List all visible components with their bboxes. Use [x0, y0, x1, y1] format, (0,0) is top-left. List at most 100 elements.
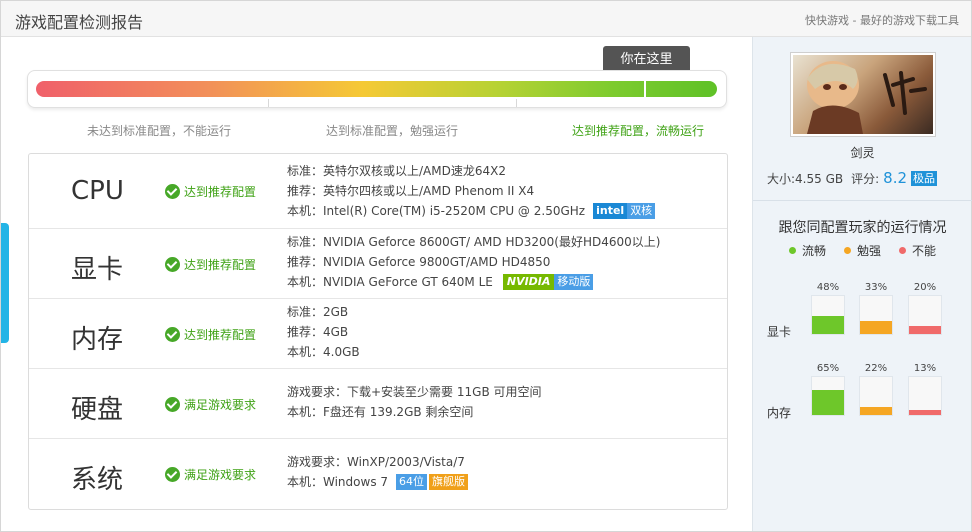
legend-dot	[844, 247, 852, 254]
spec-details: 游戏要求：下载+安装至少需要 11GB 可用空间 本机：F盘还有 139.2GB…	[287, 382, 542, 422]
spec-row-cpu: CPU 达到推荐配置 标准：英特尔双核或以上/AMD速龙64X2 推荐：英特尔四…	[29, 154, 727, 228]
spec-standard: 标准：NVIDIA Geforce 8600GT/ AMD HD3200(最好H…	[287, 235, 661, 249]
check-icon	[165, 184, 180, 199]
spec-name: 系统	[71, 465, 124, 495]
bar-column	[859, 295, 893, 335]
intel-logo-badge: intel	[593, 203, 628, 219]
status-badge: 达到推荐配置	[165, 183, 256, 200]
side-tab[interactable]	[1, 223, 9, 343]
status-text: 达到推荐配置	[184, 258, 257, 272]
spec-requirement: 游戏要求：下载+安装至少需要 11GB 可用空间	[287, 385, 542, 399]
bar-fill-barely	[860, 321, 892, 334]
check-icon	[165, 467, 180, 482]
spec-name: CPU	[71, 176, 124, 206]
bar-fill-cannot	[909, 410, 941, 415]
game-title: 剑灵	[850, 146, 875, 160]
progress-gradient	[36, 81, 717, 97]
nvidia-logo-badge: NVIDIA	[502, 274, 555, 290]
spec-local: 本机：4.0GB	[287, 345, 360, 359]
status-text: 达到推荐配置	[184, 185, 257, 199]
spec-recommended: 推荐：4GB	[287, 325, 349, 339]
bar-fill-cannot	[909, 326, 941, 334]
spec-row-ram: 内存 达到推荐配置 标准：2GB 推荐：4GB 本机：4.0GB	[29, 298, 727, 368]
spec-details: 标准：英特尔双核或以上/AMD速龙64X2 推荐：英特尔四核或以上/AMD Ph…	[287, 161, 656, 221]
app-tagline[interactable]: 快快游戏 - 最好的游戏下载工具	[805, 12, 959, 28]
spec-row-gpu: 显卡 达到推荐配置 标准：NVIDIA Geforce 8600GT/ AMD …	[29, 228, 727, 298]
spec-name: 显卡	[71, 255, 124, 285]
legend-item: 勉强	[844, 242, 881, 259]
core-count-badge: 双核	[627, 203, 656, 219]
pct-label: 33%	[864, 282, 888, 293]
status-badge: 达到推荐配置	[165, 256, 256, 273]
group-label-gpu: 显卡	[767, 325, 792, 339]
spec-local: 本机：NVIDIA GeForce GT 640M LE NVIDIA 移动版	[287, 272, 660, 292]
status-badge: 满足游戏要求	[165, 466, 256, 483]
legend-label: 流畅	[802, 244, 827, 258]
page-title: 游戏配置检测报告	[15, 13, 144, 32]
status-text: 满足游戏要求	[184, 398, 257, 412]
spec-local-text: 本机：Intel(R) Core(TM) i5-2520M CPU @ 2.50…	[287, 204, 586, 218]
status-text: 达到推荐配置	[184, 328, 257, 342]
spec-row-os: 系统 满足游戏要求 游戏要求：WinXP/2003/Vista/7 本机：Win…	[29, 438, 727, 509]
game-cover-art	[793, 55, 933, 134]
edition-badge: 旗舰版	[429, 474, 469, 490]
spec-recommended: 推荐：英特尔四核或以上/AMD Phenom II X4	[287, 184, 535, 198]
spec-local-text: 本机：Windows 7	[287, 475, 389, 489]
check-icon	[165, 397, 180, 412]
bar-column	[811, 295, 845, 335]
spec-details: 标准：NVIDIA Geforce 8600GT/ AMD HD3200(最好H…	[287, 232, 660, 292]
legend-item: 不能	[899, 242, 936, 259]
game-meta: 大小:4.55 GB 评分: 8.2 极品	[767, 169, 938, 187]
legend-dot	[789, 247, 796, 254]
game-size: 大小:4.55 GB	[767, 171, 844, 186]
game-art-icon	[807, 61, 927, 134]
level-label-min: 达到标准配置，勉强运行	[326, 124, 459, 138]
players-legend: 流畅 勉强 不能	[789, 242, 936, 259]
legend-label: 勉强	[857, 244, 882, 258]
game-cover-image[interactable]	[790, 52, 936, 137]
bar-fill-barely	[860, 407, 892, 415]
spec-standard: 标准：2GB	[287, 305, 349, 319]
pct-label: 13%	[913, 363, 937, 374]
title-bar: 游戏配置检测报告 快快游戏 - 最好的游戏下载工具	[1, 1, 971, 37]
pct-label: 20%	[913, 282, 937, 293]
legend-item: 流畅	[789, 242, 826, 259]
spec-local: 本机：Intel(R) Core(TM) i5-2520M CPU @ 2.50…	[287, 201, 656, 221]
spec-requirement: 游戏要求：WinXP/2003/Vista/7	[287, 455, 465, 469]
bar-column	[908, 376, 942, 416]
spec-details: 游戏要求：WinXP/2003/Vista/7 本机：Windows 7 64位…	[287, 452, 469, 492]
spec-local: 本机：F盘还有 139.2GB 剩余空间	[287, 405, 474, 419]
spec-standard: 标准：英特尔双核或以上/AMD速龙64X2	[287, 164, 506, 178]
bar-column	[811, 376, 845, 416]
spec-name: 内存	[71, 325, 124, 355]
progress-bar	[27, 70, 727, 108]
spec-details: 标准：2GB 推荐：4GB 本机：4.0GB	[287, 302, 360, 362]
game-sidebar: 剑灵 大小:4.55 GB 评分: 8.2 极品 跟您同配置玩家的运行情况 流畅…	[752, 37, 972, 531]
mobile-badge: 移动版	[554, 274, 594, 290]
check-icon	[165, 257, 180, 272]
legend-dot	[899, 247, 907, 254]
status-badge: 达到推荐配置	[165, 326, 256, 343]
pct-label: 65%	[816, 363, 840, 374]
bar-fill-smooth	[812, 316, 844, 334]
pct-label: 22%	[864, 363, 888, 374]
spec-recommended: 推荐：NVIDIA Geforce 9800GT/AMD HD4850	[287, 255, 551, 269]
spec-name: 硬盘	[71, 395, 124, 425]
status-badge: 满足游戏要求	[165, 396, 256, 413]
level-label-fail: 未达到标准配置，不能运行	[87, 124, 232, 138]
group-label-ram: 内存	[767, 406, 792, 420]
score-label: 评分:	[851, 171, 880, 186]
check-icon	[165, 327, 180, 342]
you-are-here-tooltip: 你在这里	[603, 46, 690, 79]
spec-local: 本机：Windows 7 64位 旗舰版	[287, 472, 469, 492]
bar-column	[908, 295, 942, 335]
divider	[753, 200, 972, 201]
status-text: 满足游戏要求	[184, 468, 257, 482]
progress-marker	[644, 79, 646, 99]
spec-row-disk: 硬盘 满足游戏要求 游戏要求：下载+安装至少需要 11GB 可用空间 本机：F盘…	[29, 368, 727, 438]
report-window: 游戏配置检测报告 快快游戏 - 最好的游戏下载工具 你在这里 未达到标准配置，不…	[0, 0, 972, 532]
players-title: 跟您同配置玩家的运行情况	[778, 220, 947, 236]
bar-fill-smooth	[812, 390, 844, 415]
level-label-recommended: 达到推荐配置，流畅运行	[572, 124, 705, 138]
bar-column	[859, 376, 893, 416]
